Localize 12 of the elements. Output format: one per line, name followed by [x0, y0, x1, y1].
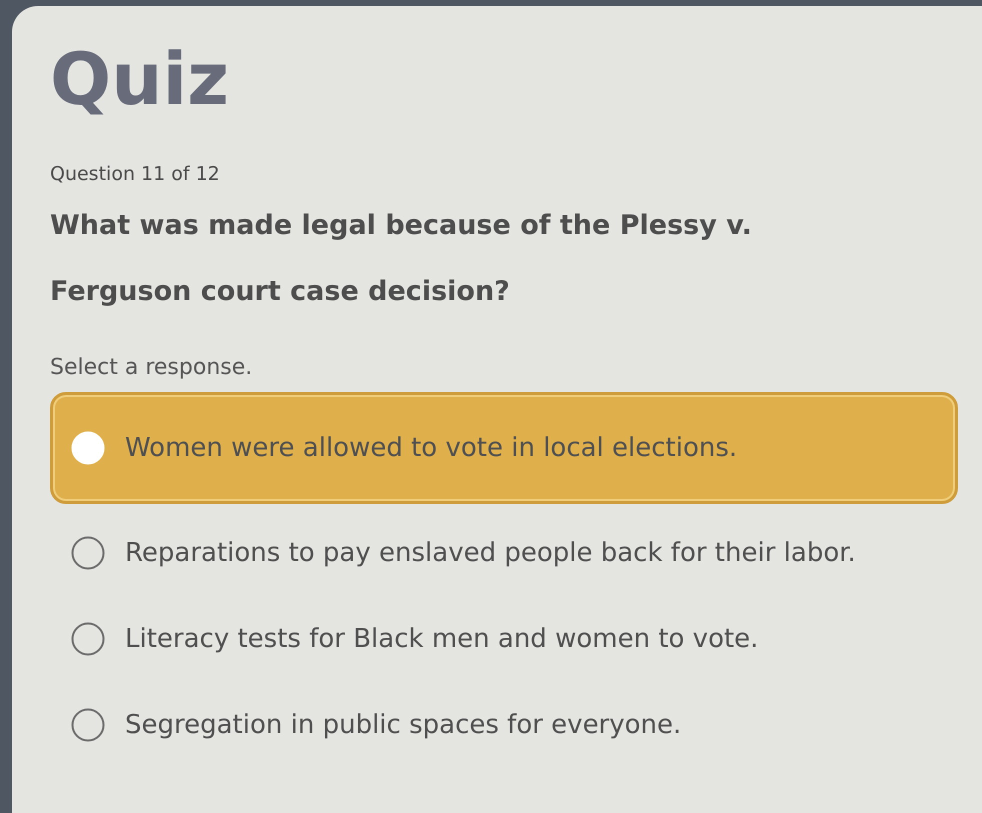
answer-option[interactable]: Reparations to pay enslaved people back for their labor. — [50, 510, 958, 596]
radio-icon — [71, 708, 105, 742]
answer-option[interactable]: Women were allowed to vote in local elections. — [50, 392, 958, 504]
radio-icon — [71, 622, 105, 656]
instruction-text: Select a response. — [50, 355, 254, 380]
quiz-title: Quiz — [50, 40, 230, 120]
radio-icon — [71, 536, 105, 570]
question-counter: Question 11 of 12 — [50, 163, 221, 186]
question-text: What was made legal because of the Plessy v. Ferguson court case decision? — [50, 209, 753, 310]
radio-icon — [71, 431, 105, 466]
answer-option[interactable]: Literacy tests for Black men and women to vote. — [50, 596, 958, 682]
answer-option[interactable]: Segregation in public spaces for everyone. — [50, 682, 958, 768]
